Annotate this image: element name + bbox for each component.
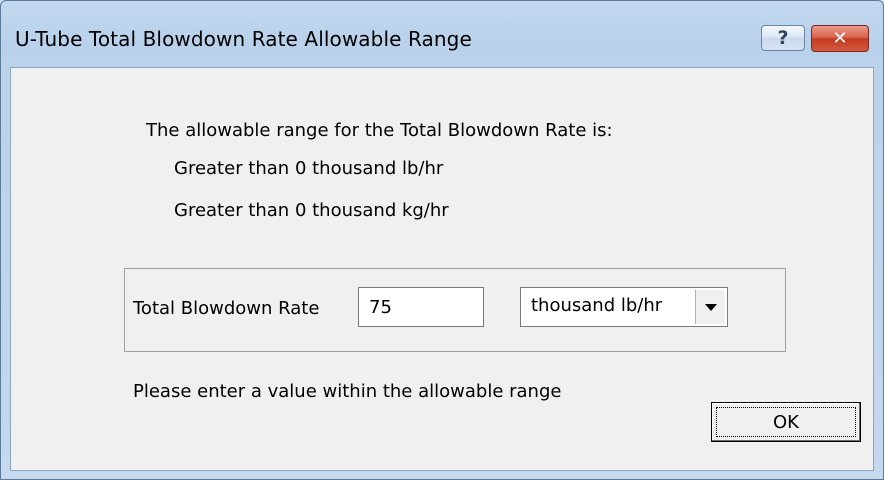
close-button[interactable]: ✕	[811, 25, 869, 52]
blowdown-rate-input[interactable]	[358, 287, 484, 327]
chevron-down-icon[interactable]	[695, 290, 725, 324]
unit-select[interactable]: thousand lb/hr	[520, 287, 728, 327]
dialog-content: The allowable range for the Total Blowdo…	[10, 67, 874, 471]
unit-select-value: thousand lb/hr	[531, 295, 663, 316]
range-english: Greater than 0 thousand lb/hr	[174, 158, 444, 179]
ok-button-label: OK	[716, 407, 856, 437]
range-heading: The allowable range for the Total Blowdo…	[146, 120, 613, 141]
window-title: U-Tube Total Blowdown Rate Allowable Ran…	[15, 27, 472, 51]
dialog-window: U-Tube Total Blowdown Rate Allowable Ran…	[0, 0, 884, 480]
range-metric: Greater than 0 thousand kg/hr	[174, 200, 449, 221]
help-button[interactable]: ?	[761, 25, 805, 51]
validation-message: Please enter a value within the allowabl…	[133, 381, 562, 402]
blowdown-rate-label: Total Blowdown Rate	[133, 298, 320, 319]
close-icon: ✕	[832, 28, 848, 49]
ok-button[interactable]: OK	[711, 402, 861, 442]
title-bar[interactable]: U-Tube Total Blowdown Rate Allowable Ran…	[1, 1, 883, 67]
question-icon: ?	[777, 27, 789, 49]
